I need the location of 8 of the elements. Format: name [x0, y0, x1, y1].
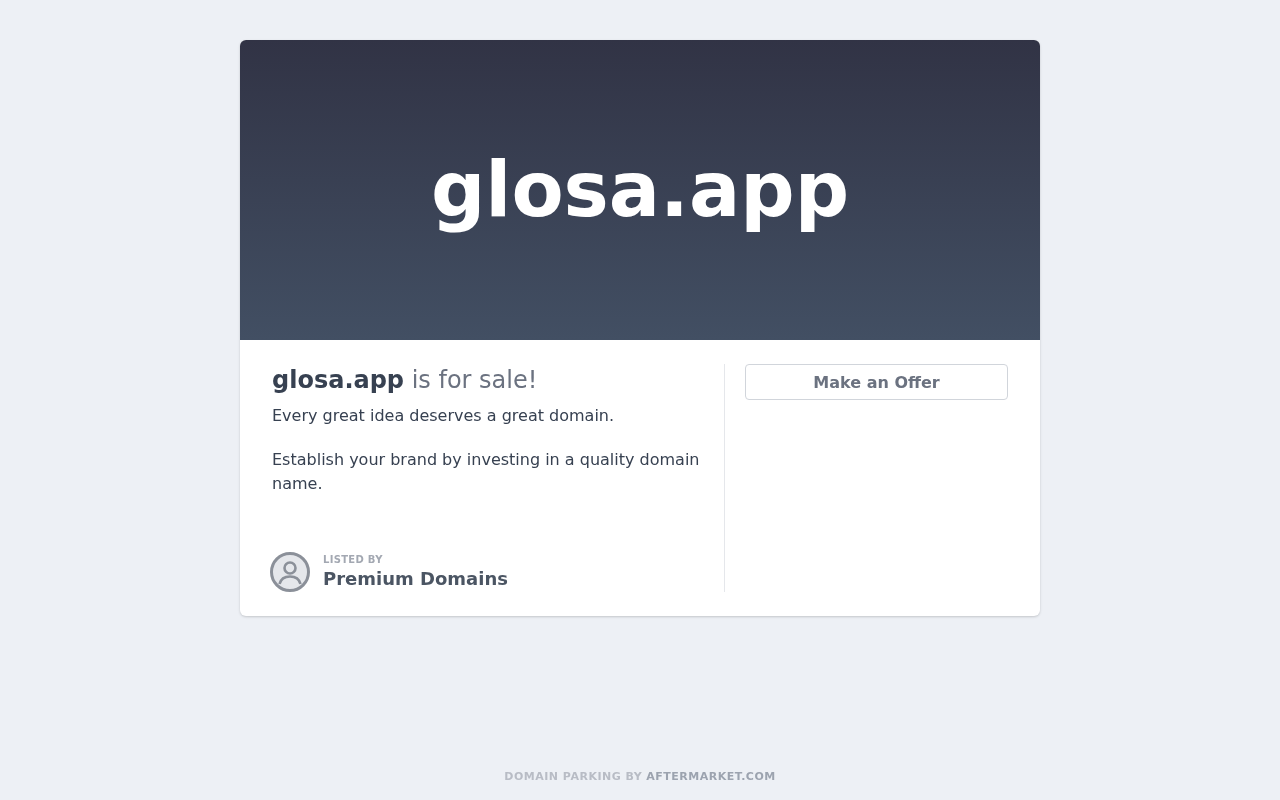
listed-by-label: LISTED BY	[323, 553, 384, 567]
seller-name: Premium Domains	[323, 567, 508, 591]
sale-heading: glosa.app is for sale!	[272, 365, 539, 396]
domain-title: glosa.app	[430, 144, 850, 236]
make-offer-button[interactable]: Make an Offer	[745, 364, 1008, 400]
user-avatar-icon	[270, 552, 310, 592]
description-text: Every great idea deserves a great domain.	[272, 405, 616, 427]
description-text: Establish your brand by investing in a quality domain name.	[272, 449, 701, 495]
